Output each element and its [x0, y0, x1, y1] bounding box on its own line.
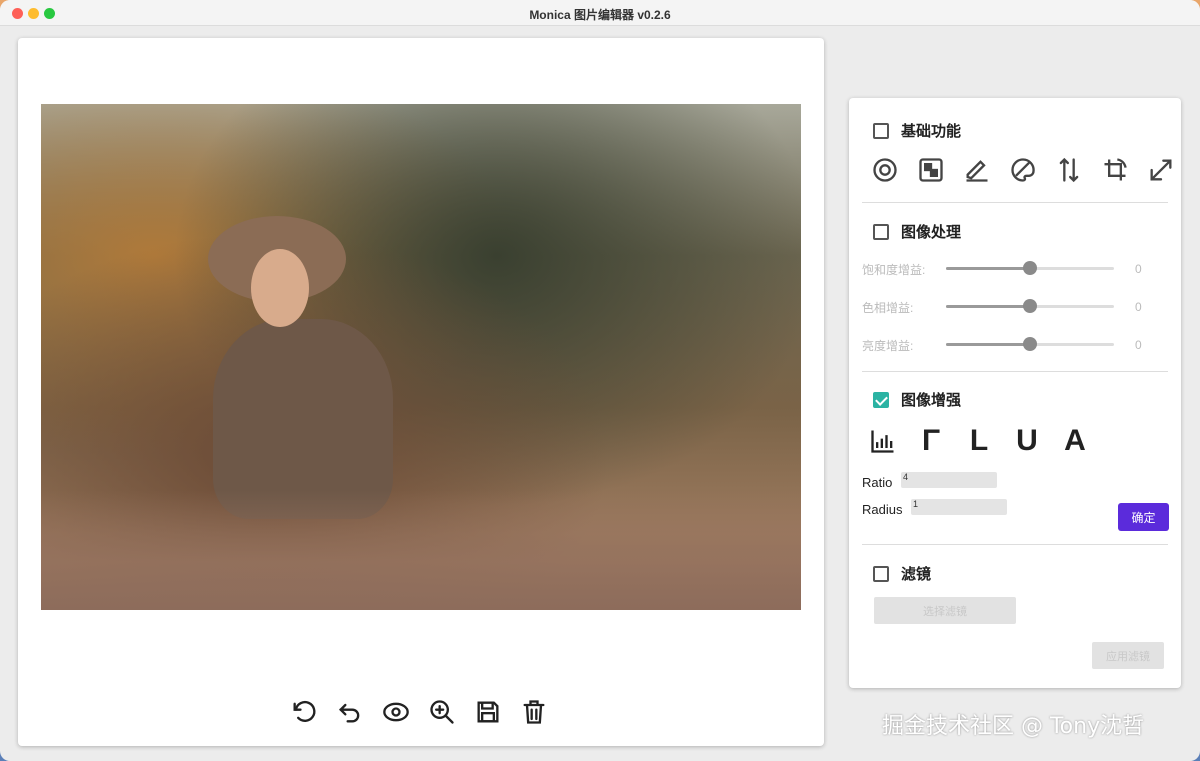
l-method-button[interactable]: L [965, 424, 993, 458]
gamma-method-button[interactable]: Γ [917, 424, 945, 458]
photo-foreground [41, 490, 801, 610]
slider-fill [946, 305, 1030, 308]
rotate-button[interactable] [288, 696, 320, 728]
mask-icon[interactable] [917, 156, 945, 184]
hue-slider-row: 色相增益: 0 [862, 296, 1162, 316]
saturation-value: 0 [1135, 262, 1142, 276]
undo-button[interactable] [334, 696, 366, 728]
divider [862, 544, 1168, 545]
bottom-toolbar [288, 696, 558, 728]
watermark: 掘金技术社区 @ Tony沈哲 [882, 714, 1145, 739]
basic-section-label: 基础功能 [901, 123, 962, 140]
photo-subject-face [251, 249, 309, 327]
app-window: Monica 图片编辑器 v0.2.6 基础功能 图像处理 饱和度增益: 0 色… [0, 0, 1200, 761]
basic-icon-row [871, 156, 1175, 184]
brightness-slider-row: 亮度增益: 0 [862, 334, 1162, 354]
processing-section-header: 图像处理 [873, 221, 961, 242]
enhance-method-row: Γ L U A [869, 424, 1089, 458]
ratio-input[interactable]: 4 [901, 472, 997, 488]
brightness-label: 亮度增益: [862, 339, 914, 353]
titlebar: Monica 图片编辑器 v0.2.6 [0, 0, 1200, 26]
edited-photo[interactable] [41, 104, 801, 610]
apply-filter-button[interactable]: 应用滤镜 [1092, 642, 1164, 669]
enhance-section-label: 图像增强 [901, 392, 962, 409]
divider [862, 371, 1168, 372]
filter-section-label: 滤镜 [901, 566, 932, 583]
photo-subject-body [213, 319, 393, 519]
filter-checkbox[interactable] [873, 565, 889, 582]
saturation-label: 饱和度增益: [862, 263, 926, 277]
trash-icon [523, 700, 545, 724]
pencil-icon[interactable] [963, 156, 991, 184]
saturation-slider[interactable] [946, 261, 1114, 275]
slider-fill [946, 343, 1030, 346]
crop-rotate-icon[interactable] [1101, 156, 1129, 184]
flip-vertical-icon[interactable] [1055, 156, 1083, 184]
confirm-button[interactable]: 确定 [1118, 503, 1169, 531]
eye-icon [383, 702, 409, 722]
u-method-button[interactable]: U [1013, 424, 1041, 458]
basic-checkbox[interactable] [873, 122, 889, 139]
divider [862, 202, 1168, 203]
a-method-button[interactable]: A [1061, 424, 1089, 458]
resize-icon[interactable] [1147, 156, 1175, 184]
save-icon [477, 701, 499, 723]
save-button[interactable] [472, 696, 504, 728]
slider-knob[interactable] [1023, 337, 1037, 351]
slider-knob[interactable] [1023, 299, 1037, 313]
processing-checkbox[interactable] [873, 223, 889, 240]
brightness-value: 0 [1135, 338, 1142, 352]
circle-target-icon[interactable] [871, 156, 899, 184]
zoom-in-icon [430, 700, 454, 724]
palette-icon[interactable] [1009, 156, 1037, 184]
radius-label: Radius [862, 502, 903, 517]
saturation-slider-row: 饱和度增益: 0 [862, 258, 1162, 278]
hue-value: 0 [1135, 300, 1142, 314]
control-panel: 基础功能 图像处理 饱和度增益: 0 色相增益: 0 亮度增益: 0 图像增强 … [849, 98, 1181, 688]
hue-slider[interactable] [946, 299, 1114, 313]
enhance-section-header: 图像增强 [873, 389, 961, 410]
rotate-icon [293, 700, 316, 722]
basic-section-header: 基础功能 [873, 120, 961, 141]
delete-button[interactable] [518, 696, 550, 728]
window-title: Monica 图片编辑器 v0.2.6 [529, 8, 671, 22]
ratio-label: Ratio [862, 475, 893, 490]
hue-label: 色相增益: [862, 301, 914, 315]
undo-icon [339, 703, 360, 723]
image-canvas-card [18, 38, 824, 746]
filter-section-header: 滤镜 [873, 563, 931, 584]
slider-knob[interactable] [1023, 261, 1037, 275]
select-filter-button[interactable]: 选择滤镜 [874, 597, 1016, 624]
radius-input[interactable]: 1 [911, 499, 1007, 515]
preview-button[interactable] [380, 696, 412, 728]
processing-section-label: 图像处理 [901, 224, 962, 241]
enhance-checkbox[interactable] [873, 391, 889, 408]
slider-fill [946, 267, 1030, 270]
zoom-in-button[interactable] [426, 696, 458, 728]
brightness-slider[interactable] [946, 337, 1114, 351]
histogram-icon[interactable] [869, 427, 897, 455]
